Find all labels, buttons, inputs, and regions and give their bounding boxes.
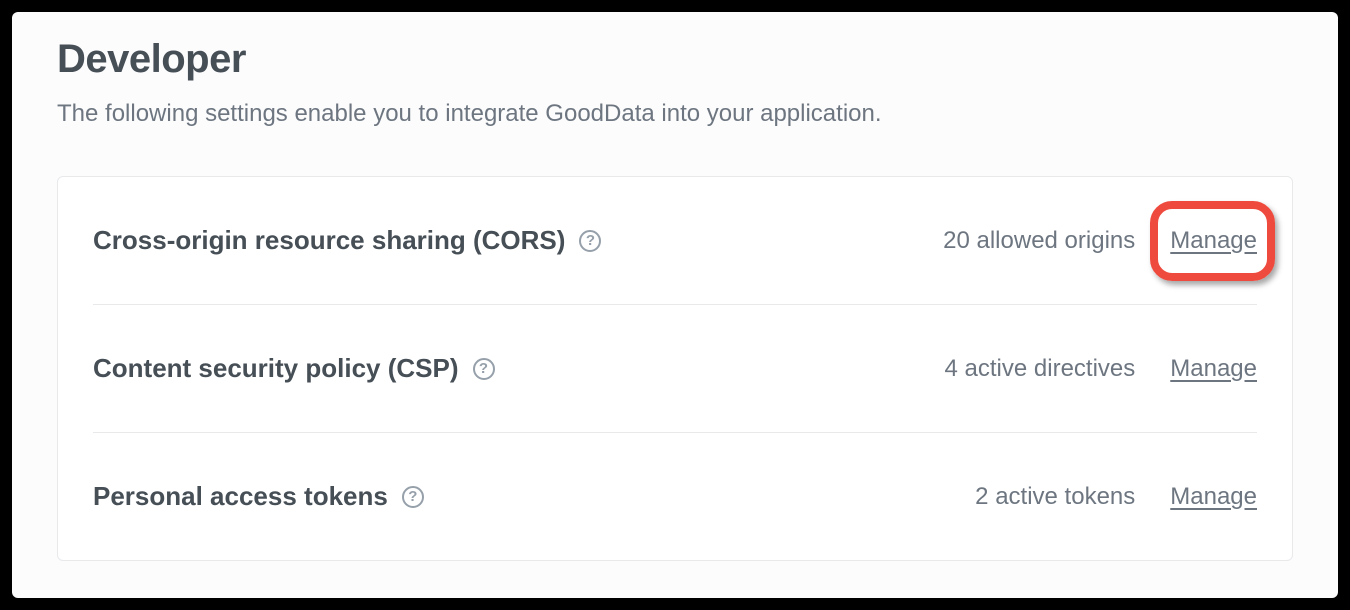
help-icon[interactable]: ? xyxy=(473,358,495,380)
settings-panel: Developer The following settings enable … xyxy=(12,12,1338,598)
row-csp-title-group: Content security policy (CSP) ? xyxy=(93,353,945,384)
page-description: The following settings enable you to int… xyxy=(57,100,1293,128)
row-csp-manage-link[interactable]: Manage xyxy=(1170,355,1257,383)
developer-settings-card: Cross-origin resource sharing (CORS) ? 2… xyxy=(57,176,1293,561)
row-cors-status: 20 allowed origins xyxy=(943,227,1135,255)
row-cors-title-group: Cross-origin resource sharing (CORS) ? xyxy=(93,225,943,256)
help-icon[interactable]: ? xyxy=(579,230,601,252)
row-cors-manage-link[interactable]: Manage xyxy=(1170,227,1257,254)
page-title: Developer xyxy=(57,37,1293,82)
row-csp-status: 4 active directives xyxy=(945,355,1136,383)
row-pat-status: 2 active tokens xyxy=(975,483,1135,511)
row-pat-title-group: Personal access tokens ? xyxy=(93,481,975,512)
row-cors: Cross-origin resource sharing (CORS) ? 2… xyxy=(93,177,1257,305)
row-pat: Personal access tokens ? 2 active tokens… xyxy=(93,433,1257,560)
row-csp-title: Content security policy (CSP) xyxy=(93,353,459,384)
row-pat-title: Personal access tokens xyxy=(93,481,388,512)
row-pat-manage-link[interactable]: Manage xyxy=(1170,483,1257,511)
help-icon[interactable]: ? xyxy=(402,486,424,508)
highlight-annotation: Manage xyxy=(1170,227,1257,255)
row-cors-title: Cross-origin resource sharing (CORS) xyxy=(93,225,565,256)
row-csp: Content security policy (CSP) ? 4 active… xyxy=(93,305,1257,433)
